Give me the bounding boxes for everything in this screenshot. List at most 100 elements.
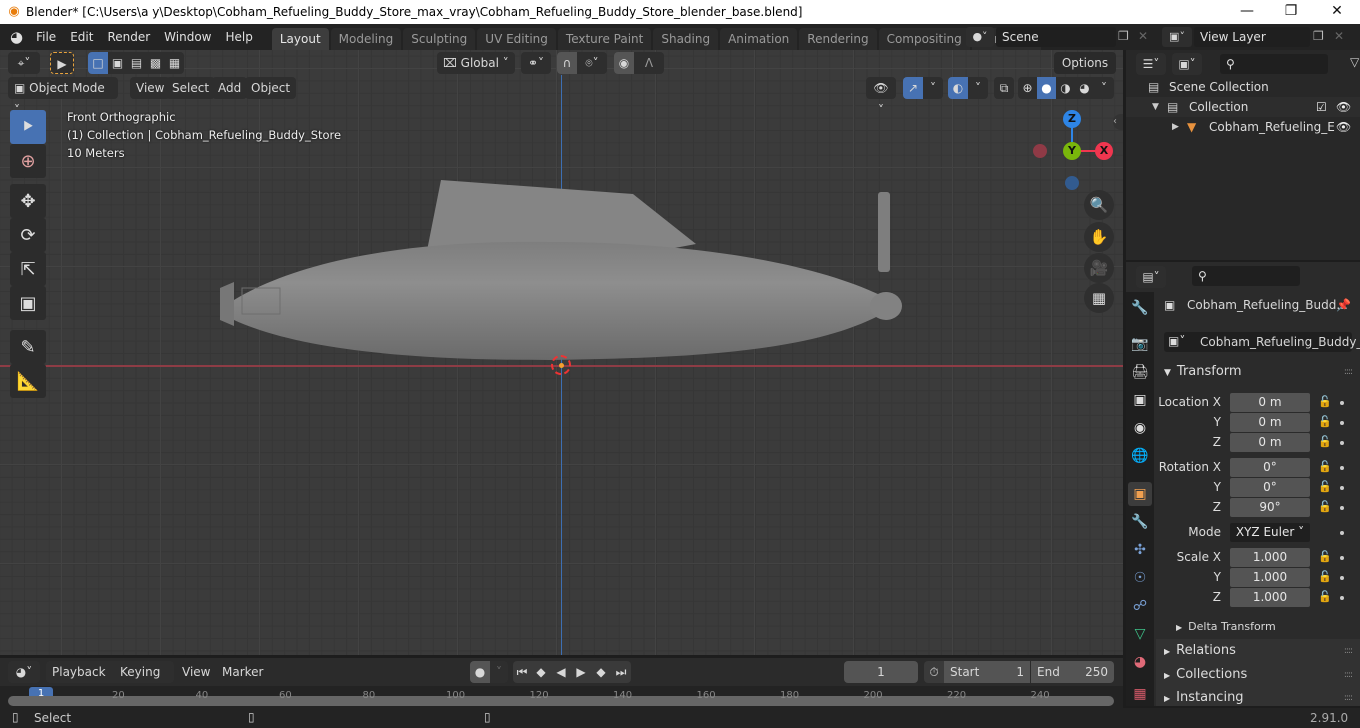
tool-scale-icon[interactable]: ⇱ bbox=[10, 252, 46, 286]
outliner-scene-collection[interactable]: ▤ Scene Collection bbox=[1126, 77, 1360, 97]
sidebar-toggle-icon[interactable]: ‹ bbox=[1113, 114, 1123, 130]
tab-physics-icon[interactable]: ☉ bbox=[1128, 566, 1152, 590]
maximize-button[interactable]: ❐ bbox=[1268, 0, 1314, 24]
tab-constraints-icon[interactable]: ☍ bbox=[1128, 594, 1152, 618]
gizmo-neg-z-axis[interactable] bbox=[1065, 176, 1079, 190]
menu-render[interactable]: Render bbox=[100, 24, 157, 50]
scene-selector-icon[interactable]: ●˅ bbox=[966, 27, 994, 47]
menu-object[interactable]: Object bbox=[245, 77, 297, 99]
delete-scene-icon[interactable]: ✕ bbox=[1138, 29, 1148, 43]
shading-solid-icon[interactable]: ● bbox=[1037, 77, 1056, 99]
view-layer-icon[interactable]: ▣˅ bbox=[1162, 27, 1192, 47]
menu-add[interactable]: Add bbox=[212, 77, 248, 99]
tab-compositing[interactable]: Compositing bbox=[878, 27, 970, 50]
menu-select[interactable]: Select bbox=[166, 77, 216, 99]
keying-dropdown[interactable]: Keying ˅ bbox=[114, 661, 174, 701]
blender-menu-icon[interactable]: ◕ bbox=[0, 24, 29, 50]
select-mode-new-icon[interactable]: □ bbox=[88, 52, 108, 74]
tool-select-box-icon[interactable]: ⯈ bbox=[10, 110, 46, 144]
tab-scene-icon[interactable]: ◉ bbox=[1128, 416, 1152, 440]
tab-modeling[interactable]: Modeling bbox=[330, 27, 402, 50]
tab-rendering[interactable]: Rendering bbox=[799, 27, 877, 50]
drag-grip-icon[interactable]: :::: bbox=[1344, 639, 1353, 663]
delta-transform-subpanel[interactable]: ▶ Delta Transform bbox=[1176, 620, 1276, 633]
outliner-object[interactable]: ▶ ▼ Cobham_Refueling_E 👁 bbox=[1126, 117, 1360, 137]
timeline-editor-type-icon[interactable]: ◕˅ bbox=[8, 661, 40, 683]
keyframe-dot-icon[interactable] bbox=[1340, 466, 1344, 470]
tab-view-layer-icon[interactable]: ▣ bbox=[1128, 388, 1152, 412]
gizmo-x-axis[interactable]: X bbox=[1095, 142, 1113, 160]
jump-start-icon[interactable]: ⏮ bbox=[513, 661, 531, 683]
scene-name-field[interactable]: Scene bbox=[996, 27, 1116, 47]
tab-output-icon[interactable]: 🖨 bbox=[1128, 360, 1152, 384]
xray-toggle-icon[interactable]: ⧉ bbox=[994, 77, 1014, 99]
lock-icon[interactable]: 🔓 bbox=[1318, 415, 1332, 428]
tab-world-icon[interactable]: 🌐 bbox=[1128, 444, 1152, 468]
gizmo-dropdown[interactable]: ˅ bbox=[923, 77, 943, 99]
instancing-panel-header[interactable]: ▶ Instancing :::: bbox=[1156, 687, 1360, 706]
overlays-dropdown[interactable]: ˅ bbox=[968, 77, 988, 99]
transform-panel-header[interactable]: ▼ Transform :::: bbox=[1156, 360, 1360, 384]
select-mode-subtract-icon[interactable]: ▤ bbox=[127, 52, 146, 74]
timeline-menu-marker[interactable]: Marker bbox=[216, 661, 269, 683]
keyframe-dot-icon[interactable] bbox=[1340, 556, 1344, 560]
lock-icon[interactable]: 🔓 bbox=[1318, 570, 1332, 583]
collections-panel-header[interactable]: ▶ Collections :::: bbox=[1156, 663, 1360, 687]
end-frame-field[interactable]: End 250 bbox=[1031, 661, 1114, 683]
play-reverse-icon[interactable]: ◀ bbox=[551, 661, 571, 683]
shading-material-icon[interactable]: ◑ bbox=[1056, 77, 1075, 99]
auto-keying-record-icon[interactable]: ● bbox=[470, 661, 490, 683]
shading-rendered-icon[interactable]: ◕ bbox=[1075, 77, 1094, 99]
keyframe-dot-icon[interactable] bbox=[1340, 486, 1344, 490]
refueling-pod-model[interactable] bbox=[210, 170, 910, 370]
scale-z-field[interactable]: 1.000 bbox=[1230, 588, 1310, 607]
camera-view-icon[interactable]: 🎥 bbox=[1084, 253, 1114, 283]
expand-arrow-icon[interactable]: ▶ bbox=[1172, 117, 1179, 137]
tab-sculpting[interactable]: Sculpting bbox=[403, 27, 476, 50]
exclude-checkbox[interactable]: ☑ bbox=[1316, 97, 1327, 117]
tab-tool-icon[interactable]: 🔧 bbox=[1128, 296, 1152, 320]
select-mode-invert-icon[interactable]: ▩ bbox=[146, 52, 165, 74]
pan-view-icon[interactable]: ✋ bbox=[1084, 222, 1114, 252]
filter-icon[interactable]: ▽ bbox=[1350, 55, 1359, 69]
keyframe-dot-icon[interactable] bbox=[1340, 506, 1344, 510]
editor-type-button[interactable]: ⌖˅ bbox=[8, 52, 40, 74]
menu-file[interactable]: File bbox=[29, 24, 63, 50]
duplicate-scene-icon[interactable]: ❐ bbox=[1118, 29, 1129, 43]
lock-icon[interactable]: 🔓 bbox=[1318, 460, 1332, 473]
start-frame-field[interactable]: Start 1 bbox=[944, 661, 1030, 683]
transform-orientation-dropdown[interactable]: ⌧ Global ˅ bbox=[437, 52, 515, 74]
properties-editor-type-icon[interactable]: ▤˅ bbox=[1136, 266, 1166, 288]
lock-icon[interactable]: 🔓 bbox=[1318, 395, 1332, 408]
tool-measure-icon[interactable]: 📐 bbox=[10, 364, 46, 398]
tab-texture-icon[interactable]: ▦ bbox=[1128, 682, 1152, 706]
keyframe-dot-icon[interactable] bbox=[1340, 576, 1344, 580]
tab-layout[interactable]: Layout bbox=[271, 27, 329, 50]
keyframe-dot-icon[interactable] bbox=[1340, 596, 1344, 600]
options-dropdown[interactable]: Options ˅ bbox=[1054, 52, 1116, 92]
drag-grip-icon[interactable]: :::: bbox=[1344, 663, 1353, 687]
tab-object-icon[interactable]: ▣ bbox=[1128, 482, 1152, 506]
jump-end-icon[interactable]: ⏭ bbox=[611, 661, 631, 683]
selectability-visibility-dropdown[interactable]: 👁˅ bbox=[866, 77, 896, 117]
tab-material-icon[interactable]: ◕ bbox=[1128, 650, 1152, 674]
gizmo-z-axis[interactable]: Z bbox=[1063, 110, 1081, 128]
gizmo-neg-x-axis[interactable] bbox=[1033, 144, 1047, 158]
keyframe-dot-icon[interactable] bbox=[1340, 531, 1344, 535]
tab-data-icon[interactable]: ▽ bbox=[1128, 622, 1152, 646]
lock-icon[interactable]: 🔓 bbox=[1318, 550, 1332, 563]
tool-move-icon[interactable]: ✥ bbox=[10, 184, 46, 218]
location-z-field[interactable]: 0 m bbox=[1230, 433, 1310, 452]
zoom-view-icon[interactable]: 🔍 bbox=[1084, 190, 1114, 220]
tab-render-icon[interactable]: 📷 bbox=[1128, 332, 1152, 356]
lock-icon[interactable]: 🔓 bbox=[1318, 480, 1332, 493]
keyframe-dot-icon[interactable] bbox=[1340, 421, 1344, 425]
proportional-edit-icon[interactable]: ◉ bbox=[614, 52, 634, 74]
select-tool-icon[interactable]: ▶ bbox=[50, 52, 74, 74]
playback-dropdown[interactable]: Playback ˅ bbox=[46, 661, 114, 701]
duplicate-view-layer-icon[interactable]: ❐ bbox=[1313, 29, 1324, 43]
lock-icon[interactable]: 🔓 bbox=[1318, 500, 1332, 513]
lock-icon[interactable]: 🔓 bbox=[1318, 590, 1332, 603]
tool-rotate-icon[interactable]: ⟳ bbox=[10, 218, 46, 252]
select-mode-extend-icon[interactable]: ▣ bbox=[108, 52, 127, 74]
